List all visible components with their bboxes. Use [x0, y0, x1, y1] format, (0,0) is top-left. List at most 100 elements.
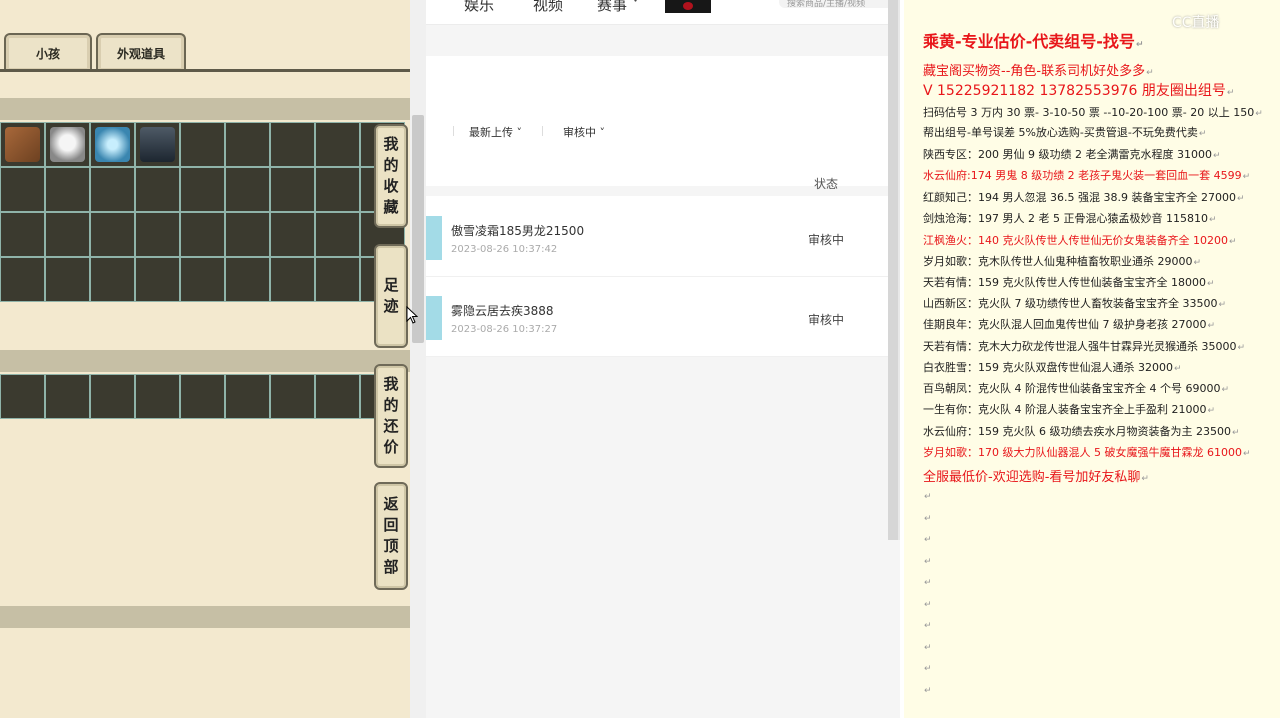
- note-text: 百鸟朝凤：克火队 4 阶混传世仙装备宝宝齐全 4 个号 69000: [923, 382, 1221, 395]
- empty-return-mark-icon: ↵: [924, 685, 932, 696]
- filter-review-label: 审核中: [563, 126, 596, 139]
- inventory-slot[interactable]: [180, 257, 225, 302]
- inventory-slot[interactable]: [315, 167, 360, 212]
- inventory-slot[interactable]: [45, 212, 90, 257]
- inventory-slot[interactable]: [135, 122, 180, 167]
- web-scrollbar-thumb[interactable]: [888, 0, 898, 540]
- return-mark-icon: ↵: [1141, 474, 1149, 484]
- note-text: 乘黄-专业估价-代卖组号-找号: [923, 32, 1135, 51]
- left-scrollbar-track[interactable]: [410, 0, 426, 718]
- inventory-slot[interactable]: [0, 212, 45, 257]
- list-item[interactable]: 傲雪凌霜185男龙21500 2023-08-26 10:37:42 审核中: [426, 196, 888, 277]
- button-char: 收: [383, 177, 399, 195]
- inventory-slot[interactable]: [0, 257, 45, 302]
- inventory-slot[interactable]: [135, 212, 180, 257]
- tab-underline: [0, 69, 410, 72]
- inventory-slot[interactable]: [225, 212, 270, 257]
- my-favorites-button[interactable]: 我的收藏: [374, 124, 408, 228]
- note-line: 白衣胜雪：159 克火队双盘传世仙混人通杀 32000↵: [923, 359, 1182, 375]
- tab-outfit-items[interactable]: 外观道具: [96, 33, 186, 71]
- inventory-slot[interactable]: [270, 167, 315, 212]
- inventory-slot[interactable]: [90, 167, 135, 212]
- live-thumbnail[interactable]: [665, 0, 711, 13]
- inventory-slot[interactable]: [135, 167, 180, 212]
- inventory-slot[interactable]: [0, 374, 45, 419]
- item-status: 审核中: [808, 313, 845, 327]
- empty-return-mark-icon: ↵: [924, 621, 932, 631]
- button-char: 迹: [383, 297, 399, 315]
- note-line: V 15225921182 13782553976 朋友圈出组号↵: [923, 80, 1234, 100]
- inventory-slot[interactable]: [135, 374, 180, 419]
- item-title[interactable]: 雾隐云居去疾3888: [451, 302, 554, 319]
- inventory-slot[interactable]: [45, 257, 90, 302]
- filter-latest-upload[interactable]: 最新上传 ˅: [469, 124, 522, 140]
- note-line: 陕西专区：200 男仙 9 级功绩 2 老全满雷克水程度 31000↵: [923, 146, 1221, 162]
- nav-events[interactable]: 赛事 ˅: [597, 0, 639, 15]
- note-text: 扫码估号 3 万内 30 票- 3-10-50 票 --10-20-100 票-…: [923, 106, 1255, 119]
- empty-return-mark-icon: ↵: [924, 599, 932, 610]
- inventory-slot[interactable]: [45, 167, 90, 212]
- inventory-slot[interactable]: [45, 374, 90, 419]
- return-mark-icon: ↵: [1228, 237, 1237, 247]
- note-line: 佳期良年：克火队混人回血鬼传世仙 7 级护身老孩 27000↵: [923, 316, 1215, 332]
- notepad-text-area[interactable]: 乘黄-专业估价-代卖组号-找号↵ 藏宝阁买物资--角色-联系司机好处多多↵ V 15…: [904, 0, 1280, 718]
- tab-child[interactable]: 小孩: [4, 33, 92, 71]
- game-inventory-panel: 小孩 外观道具 我的收藏 足迹 我的还价 返回顶部: [0, 0, 410, 718]
- note-line: 红颜知己：194 男人忽混 36.5 强混 38.9 装备宝宝齐全 27000↵: [923, 189, 1245, 205]
- nav-entertainment[interactable]: 娱乐: [464, 0, 494, 15]
- watermark-logo: CC直播: [1172, 15, 1220, 31]
- inventory-slot[interactable]: [0, 122, 45, 167]
- inventory-slot[interactable]: [225, 374, 270, 419]
- inventory-slot[interactable]: [135, 257, 180, 302]
- inventory-slot[interactable]: [90, 122, 135, 167]
- footprint-button[interactable]: 足迹: [374, 244, 408, 348]
- search-input[interactable]: 搜索商品/主播/视频: [779, 0, 897, 8]
- inventory-slot[interactable]: [270, 122, 315, 167]
- inventory-slot[interactable]: [225, 122, 270, 167]
- note-text: 一生有你：克火队 4 阶混人装备宝宝齐全上手盈利 21000: [923, 403, 1207, 416]
- inventory-slot[interactable]: [180, 122, 225, 167]
- note-line: 帮出组号-单号误差 5%放心选购-买贵管退-不玩免费代卖↵: [923, 124, 1206, 140]
- return-mark-icon: ↵: [1146, 68, 1154, 78]
- inventory-slot[interactable]: [225, 257, 270, 302]
- nav-video[interactable]: 视频: [533, 0, 563, 15]
- button-char: 还: [383, 417, 399, 435]
- inventory-slot[interactable]: [270, 257, 315, 302]
- inventory-slot[interactable]: [315, 374, 360, 419]
- return-mark-icon: ↵: [1221, 385, 1230, 395]
- inventory-slot[interactable]: [315, 212, 360, 257]
- item-thumbnail: [426, 296, 442, 340]
- inventory-slot[interactable]: [180, 374, 225, 419]
- inventory-slot[interactable]: [90, 257, 135, 302]
- note-text: 天若有情：克木大力砍龙传世混人强牛甘霖异光灵猴通杀 35000: [923, 340, 1237, 353]
- note-text: 红颜知己：194 男人忽混 36.5 强混 38.9 装备宝宝齐全 27000: [923, 191, 1236, 204]
- inventory-slot[interactable]: [225, 167, 270, 212]
- empty-return-mark-icon: ↵: [924, 578, 932, 588]
- inventory-slot[interactable]: [180, 167, 225, 212]
- note-text: V 15225921182 13782553976 朋友圈出组号: [923, 83, 1226, 99]
- empty-return-mark-icon: ↵: [924, 492, 932, 502]
- inventory-slot[interactable]: [90, 212, 135, 257]
- return-mark-icon: ↵: [1237, 343, 1246, 353]
- note-text: 帮出组号-单号误差 5%放心选购-买贵管退-不玩免费代卖: [923, 126, 1198, 139]
- inventory-slot[interactable]: [45, 122, 90, 167]
- item-title[interactable]: 傲雪凌霜185男龙21500: [451, 222, 584, 239]
- back-to-top-button[interactable]: 返回顶部: [374, 482, 408, 590]
- return-mark-icon: ↵: [1173, 364, 1182, 374]
- filter-under-review[interactable]: 审核中 ˅: [563, 124, 605, 140]
- return-mark-icon: ↵: [1207, 406, 1216, 416]
- second-header-bar: [0, 350, 410, 372]
- list-item[interactable]: 雾隐云居去疾3888 2023-08-26 10:37:27 审核中: [426, 276, 888, 357]
- note-text: 江枫渔火：140 克火队传世人传世仙无价女鬼装备齐全 10200: [923, 234, 1228, 247]
- return-mark-icon: ↵: [1218, 300, 1227, 310]
- note-line: 扫码估号 3 万内 30 票- 3-10-50 票 --10-20-100 票-…: [923, 104, 1263, 120]
- inventory-slot[interactable]: [315, 257, 360, 302]
- inventory-slot[interactable]: [0, 167, 45, 212]
- inventory-slot[interactable]: [270, 374, 315, 419]
- inventory-slot[interactable]: [180, 212, 225, 257]
- my-bargain-button[interactable]: 我的还价: [374, 364, 408, 468]
- inventory-slot[interactable]: [270, 212, 315, 257]
- empty-return-mark-icon: ↵: [924, 535, 932, 545]
- inventory-slot[interactable]: [315, 122, 360, 167]
- inventory-slot[interactable]: [90, 374, 135, 419]
